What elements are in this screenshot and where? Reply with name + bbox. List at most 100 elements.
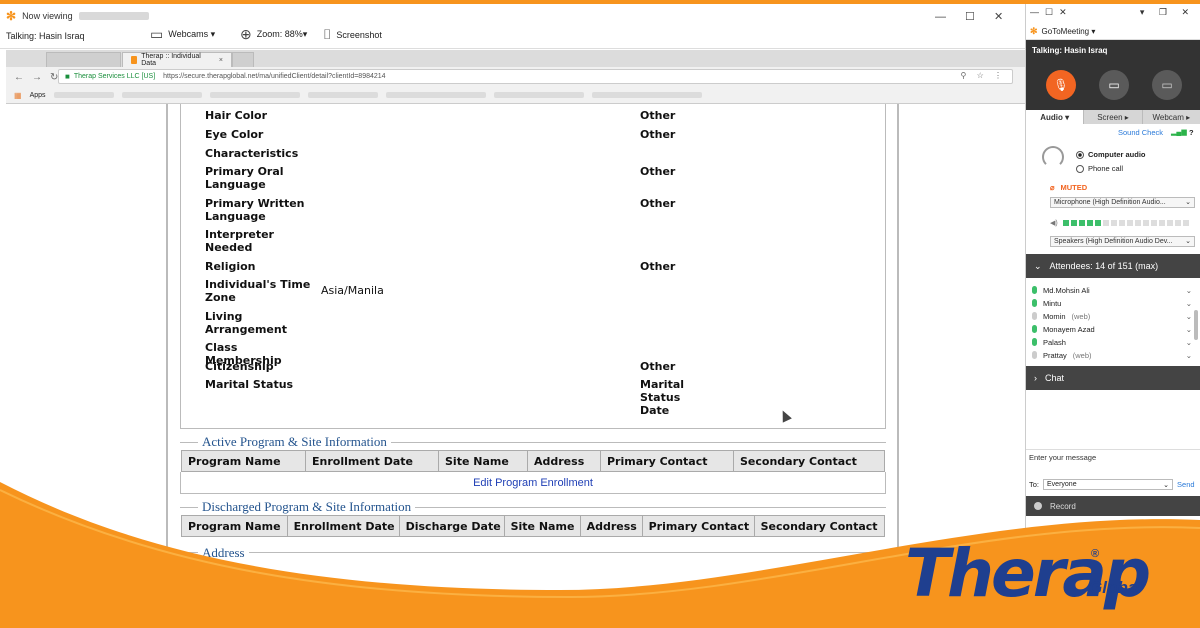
chat-message-input[interactable]: Enter your message <box>1026 449 1200 477</box>
attendee-row[interactable]: Md.Mohsin Ali ⌄ <box>1032 284 1192 296</box>
chevron-down-icon[interactable]: ⌄ <box>1186 312 1192 321</box>
microphone-icon <box>1032 351 1037 359</box>
col-discharge-date[interactable]: Discharge Date <box>400 516 505 536</box>
level-segment <box>1158 220 1165 226</box>
level-segment <box>1126 220 1133 226</box>
col-primary-contact[interactable]: Primary Contact <box>643 516 755 536</box>
level-segment <box>1062 220 1069 226</box>
attendee-scrollbar[interactable] <box>1194 310 1198 340</box>
computer-audio-option[interactable]: Computer audio <box>1076 150 1146 159</box>
apps-grid-icon[interactable]: ▦ <box>14 91 22 100</box>
window-controls[interactable]: — ☐ ✕ <box>935 10 1011 23</box>
discharged-program-title: Discharged Program & Site Information <box>198 499 416 515</box>
panel-window-controls[interactable]: —☐✕ <box>1026 7 1073 18</box>
attendees-header[interactable]: ⌄ Attendees: 14 of 151 (max) <box>1026 254 1200 278</box>
chevron-down-icon[interactable]: ⌄ <box>1186 286 1192 295</box>
pane-tabs: Audio ▾ Screen ▸ Webcam ▸ <box>1026 110 1200 124</box>
phone-call-option[interactable]: Phone call <box>1076 164 1123 173</box>
webcam-button[interactable]: ▭ <box>1152 70 1182 100</box>
redacted-name <box>78 12 149 20</box>
chevron-down-icon[interactable]: ⌄ <box>1186 299 1192 308</box>
webcams-button[interactable]: ▭ Webcams ▾ <box>150 26 215 43</box>
chevron-down-icon[interactable]: ⌄ <box>1186 325 1192 334</box>
screenshot-button[interactable]: ⌷ Screenshot <box>323 26 382 43</box>
col-program-name[interactable]: Program Name <box>182 451 306 471</box>
radio-selected[interactable] <box>1076 150 1084 159</box>
recipient-select[interactable]: Everyone ⌄ <box>1043 479 1174 490</box>
chat-label: Chat <box>1045 373 1065 383</box>
attendee-row[interactable]: Palash ⌄ <box>1032 336 1192 348</box>
url-text: https://secure.therapglobal.net/ma/unifi… <box>163 73 386 80</box>
bookmark-item[interactable] <box>121 92 202 98</box>
bookmark-item[interactable] <box>53 92 114 98</box>
col-address[interactable]: Address <box>581 516 643 536</box>
active-program-title: Active Program & Site Information <box>198 434 391 450</box>
attendee-name: Momin <box>1043 311 1066 321</box>
attendee-row[interactable]: Monayem Azad ⌄ <box>1032 323 1192 335</box>
record-button[interactable]: Record <box>1026 496 1200 516</box>
address-bar[interactable]: ■ Therap Services LLC [US] https://secur… <box>58 69 1013 84</box>
attendee-name: Md.Mohsin Ali <box>1043 285 1090 295</box>
omnibox-icons[interactable]: ⚲ ☆ ⋮ <box>961 71 1006 80</box>
tab-audio[interactable]: Audio ▾ <box>1026 110 1085 124</box>
col-site-name[interactable]: Site Name <box>505 516 581 536</box>
screen-icon: ▭ <box>1108 78 1120 92</box>
field-right-label: Other <box>640 128 676 141</box>
help-icon[interactable]: ? <box>1189 128 1194 137</box>
bookmark-item[interactable] <box>493 92 584 98</box>
speakers-select[interactable]: Speakers (High Definition Audio Dev... ⌄ <box>1050 236 1195 247</box>
tab-inactive[interactable] <box>46 52 121 67</box>
chevron-down-icon[interactable]: ⌄ <box>1186 338 1192 347</box>
microphone-value: Microphone (High Definition Audio... <box>1054 199 1166 206</box>
col-address[interactable]: Address <box>528 451 601 471</box>
share-screen-button[interactable]: ▭ <box>1099 70 1129 100</box>
attendee-row[interactable]: Prattay (web) ⌄ <box>1032 349 1192 361</box>
bookmark-item[interactable] <box>209 92 300 98</box>
bookmark-item[interactable] <box>591 92 702 98</box>
bookmark-item[interactable] <box>385 92 486 98</box>
col-secondary-contact[interactable]: Secondary Contact <box>755 516 884 536</box>
col-secondary-contact[interactable]: Secondary Contact <box>734 451 884 471</box>
new-tab-button[interactable] <box>232 52 254 67</box>
field-label: Primary Written Language <box>205 197 305 223</box>
col-enrollment-date[interactable]: Enrollment Date <box>288 516 400 536</box>
field-value: Asia/Manila <box>321 284 384 297</box>
mute-button[interactable]: 🎙︎ <box>1046 70 1076 100</box>
field-right-label: Other <box>640 165 676 178</box>
zoom-button[interactable]: ⊕ Zoom: 88%▾ <box>240 26 307 43</box>
edit-program-enrollment-link[interactable]: Edit Program Enrollment <box>473 477 593 489</box>
radio-unselected[interactable] <box>1076 164 1084 173</box>
apps-label[interactable]: Apps <box>30 92 46 99</box>
microphone-select[interactable]: Microphone (High Definition Audio... ⌄ <box>1050 197 1195 208</box>
secure-site-name: Therap Services LLC [US] <box>73 73 156 80</box>
talking-indicator: Talking: Hasin Israq <box>6 31 85 41</box>
attendee-row[interactable]: Mintu ⌄ <box>1032 297 1192 309</box>
sound-check-link[interactable]: Sound Check <box>1118 128 1163 137</box>
audio-pane: Sound Check ▂▄▆ ? Computer audio Phone c… <box>1026 124 1200 254</box>
bookmark-item[interactable] <box>307 92 378 98</box>
attendee-name: Palash <box>1043 337 1066 347</box>
edit-enrollment-row: Edit Program Enrollment <box>180 472 886 494</box>
panel-window-controls-right[interactable]: ▾ ❐ ✕ <box>1140 7 1195 18</box>
panel-title-bar: —☐✕ ▾ ❐ ✕ <box>1026 4 1200 22</box>
field-label: Marital Status <box>205 378 294 391</box>
viewer-toolbar: ✻ Now viewing Talking: Hasin Israq ▭ Web… <box>0 4 1025 49</box>
forward-icon[interactable]: → <box>32 72 42 83</box>
chevron-down-icon[interactable]: ⌄ <box>1186 351 1192 360</box>
tab-individual-data[interactable]: Therap :: Individual Data × <box>122 52 232 67</box>
tab-screen[interactable]: Screen ▸ <box>1084 110 1143 124</box>
col-enrollment-date[interactable]: Enrollment Date <box>306 451 439 471</box>
tab-webcam[interactable]: Webcam ▸ <box>1143 110 1200 124</box>
gotomeeting-menu[interactable]: ✻ GoToMeeting ▾ <box>1026 24 1200 40</box>
back-icon[interactable]: ← <box>14 72 24 83</box>
col-primary-contact[interactable]: Primary Contact <box>601 451 734 471</box>
discharged-program-table-header: Program Name Enrollment Date Discharge D… <box>181 515 885 537</box>
level-segment <box>1102 220 1109 226</box>
chat-header[interactable]: › Chat <box>1026 366 1200 390</box>
col-program-name[interactable]: Program Name <box>182 516 288 536</box>
microphone-muted-icon: 🎙︎ <box>1053 78 1069 92</box>
col-site-name[interactable]: Site Name <box>439 451 528 471</box>
close-tab-icon[interactable]: × <box>219 57 223 64</box>
attendee-row[interactable]: Momin (web) ⌄ <box>1032 310 1192 322</box>
send-button[interactable]: Send <box>1177 480 1195 489</box>
